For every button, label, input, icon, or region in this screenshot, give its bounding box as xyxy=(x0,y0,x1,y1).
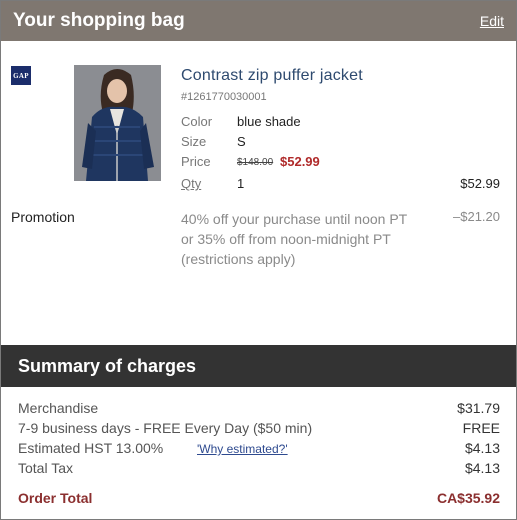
hst-label: Estimated HST 13.00% xyxy=(18,440,164,456)
why-estimated-link[interactable]: 'Why estimated?' xyxy=(197,442,288,456)
shopping-bag-panel: Your shopping bag Edit GAP Contrast zip … xyxy=(0,0,517,520)
price-label: Price xyxy=(181,154,211,169)
promotion-description: 40% off your purchase until noon PT or 3… xyxy=(181,211,407,267)
product-sku: #1261770030001 xyxy=(181,91,267,103)
color-value: blue shade xyxy=(237,114,301,129)
qty-value: 1 xyxy=(237,176,245,191)
size-value: S xyxy=(237,134,246,149)
total-tax-value: $4.13 xyxy=(464,460,500,476)
product-image-art xyxy=(74,65,161,181)
merchandise-value: $31.79 xyxy=(457,400,500,416)
sale-price: $52.99 xyxy=(280,154,320,169)
edit-link[interactable]: Edit xyxy=(480,13,504,29)
hst-value: $4.13 xyxy=(464,440,500,456)
promotion-amount: –$21.20 xyxy=(453,209,500,224)
summary-header: Summary of charges xyxy=(1,345,516,387)
qty-label[interactable]: Qty xyxy=(181,176,201,191)
product-image[interactable] xyxy=(74,65,161,181)
line-total: $52.99 xyxy=(460,176,500,191)
shipping-value: FREE xyxy=(462,420,500,436)
order-total-value: CA$35.92 xyxy=(436,490,500,506)
original-price: $148.00 xyxy=(237,157,274,168)
promotion-label: Promotion xyxy=(11,209,75,225)
gap-logo: GAP xyxy=(11,66,31,85)
shipping-label: 7-9 business days - FREE Every Day ($50 … xyxy=(18,420,313,436)
bag-title: Your shopping bag xyxy=(13,10,185,31)
total-tax-label: Total Tax xyxy=(18,460,73,476)
size-label: Size xyxy=(181,134,207,149)
bag-header: Your shopping bag Edit xyxy=(1,1,516,41)
summary-title: Summary of charges xyxy=(18,356,197,376)
color-label: Color xyxy=(181,114,213,129)
order-total-label: Order Total xyxy=(18,490,93,506)
merchandise-label: Merchandise xyxy=(18,400,99,416)
product-name-link[interactable]: Contrast zip puffer jacket xyxy=(181,67,363,85)
